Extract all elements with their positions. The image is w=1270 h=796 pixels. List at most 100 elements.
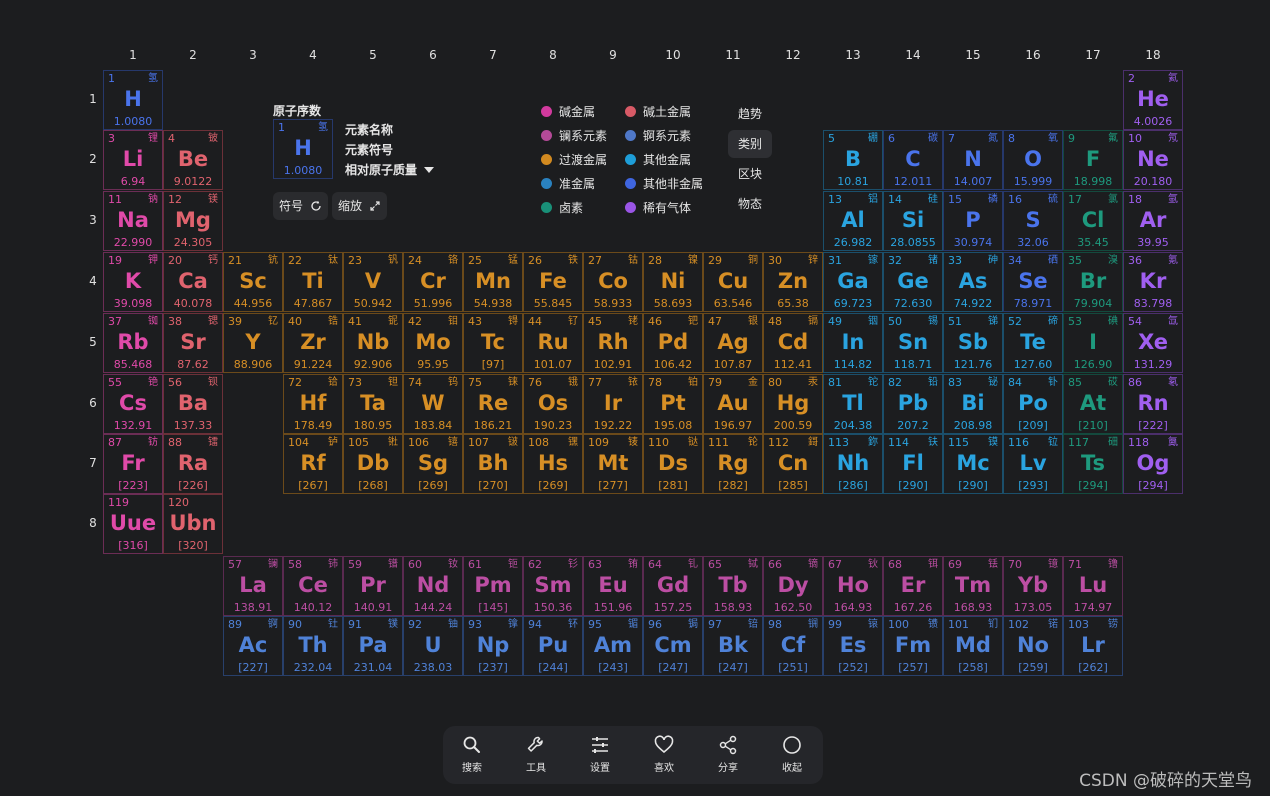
- element-cell[interactable]: 48 镉 Cd 112.41: [763, 313, 823, 373]
- category-item[interactable]: 准金属: [541, 177, 595, 191]
- element-cell[interactable]: 68 铒 Er 167.26: [883, 556, 943, 616]
- element-cell[interactable]: 95 镅 Am [243]: [583, 616, 643, 676]
- element-cell[interactable]: 10 氖 Ne 20.180: [1123, 130, 1183, 190]
- element-cell[interactable]: 97 锫 Bk [247]: [703, 616, 763, 676]
- element-cell[interactable]: 25 锰 Mn 54.938: [463, 252, 523, 312]
- element-cell[interactable]: 47 银 Ag 107.87: [703, 313, 763, 373]
- element-cell[interactable]: 111 𬬭 Rg [282]: [703, 434, 763, 494]
- category-item[interactable]: 过渡金属: [541, 153, 607, 167]
- element-cell[interactable]: 66 镝 Dy 162.50: [763, 556, 823, 616]
- element-cell[interactable]: 114 𫓧 Fl [290]: [883, 434, 943, 494]
- element-cell[interactable]: 14 硅 Si 28.0855: [883, 191, 943, 251]
- element-cell[interactable]: 75 铼 Re 186.21: [463, 374, 523, 434]
- element-cell[interactable]: 57 镧 La 138.91: [223, 556, 283, 616]
- element-cell[interactable]: 18 氩 Ar 39.95: [1123, 191, 1183, 251]
- element-cell[interactable]: 63 铕 Eu 151.96: [583, 556, 643, 616]
- element-cell[interactable]: 106 𬭳 Sg [269]: [403, 434, 463, 494]
- category-item[interactable]: 其他金属: [625, 153, 691, 167]
- element-cell[interactable]: 87 钫 Fr [223]: [103, 434, 163, 494]
- element-cell[interactable]: 23 钒 V 50.942: [343, 252, 403, 312]
- element-cell[interactable]: 43 锝 Tc [97]: [463, 313, 523, 373]
- element-cell[interactable]: 61 钷 Pm [145]: [463, 556, 523, 616]
- element-cell[interactable]: 45 铑 Rh 102.91: [583, 313, 643, 373]
- element-cell[interactable]: 31 镓 Ga 69.723: [823, 252, 883, 312]
- category-item[interactable]: 卤素: [541, 201, 583, 215]
- element-cell[interactable]: 77 铱 Ir 192.22: [583, 374, 643, 434]
- element-cell[interactable]: 28 镍 Ni 58.693: [643, 252, 703, 312]
- element-cell[interactable]: 103 铹 Lr [262]: [1063, 616, 1123, 676]
- element-cell[interactable]: 59 镨 Pr 140.91: [343, 556, 403, 616]
- category-item[interactable]: 其他非金属: [625, 177, 703, 191]
- element-cell[interactable]: 54 氙 Xe 131.29: [1123, 313, 1183, 373]
- element-cell[interactable]: 99 锿 Es [252]: [823, 616, 883, 676]
- element-cell[interactable]: 65 铽 Tb 158.93: [703, 556, 763, 616]
- element-cell[interactable]: 4 铍 Be 9.0122: [163, 130, 223, 190]
- element-cell[interactable]: 71 镥 Lu 174.97: [1063, 556, 1123, 616]
- element-cell[interactable]: 108 𬭶 Hs [269]: [523, 434, 583, 494]
- element-cell[interactable]: 107 𬭛 Bh [270]: [463, 434, 523, 494]
- element-cell[interactable]: 49 铟 In 114.82: [823, 313, 883, 373]
- element-cell[interactable]: 27 钴 Co 58.933: [583, 252, 643, 312]
- tools-tool[interactable]: 工具: [511, 734, 561, 774]
- element-cell[interactable]: 34 硒 Se 78.971: [1003, 252, 1063, 312]
- element-cell[interactable]: 70 镱 Yb 173.05: [1003, 556, 1063, 616]
- element-cell[interactable]: 6 碳 C 12.011: [883, 130, 943, 190]
- element-cell[interactable]: 38 锶 Sr 87.62: [163, 313, 223, 373]
- element-cell[interactable]: 120 Ubn [320]: [163, 494, 223, 554]
- element-cell[interactable]: 98 锎 Cf [251]: [763, 616, 823, 676]
- element-cell[interactable]: 19 钾 K 39.098: [103, 252, 163, 312]
- element-cell[interactable]: 51 锑 Sb 121.76: [943, 313, 1003, 373]
- element-cell[interactable]: 40 锆 Zr 91.224: [283, 313, 343, 373]
- category-item[interactable]: 稀有气体: [625, 201, 691, 215]
- element-cell[interactable]: 112 鎶 Cn [285]: [763, 434, 823, 494]
- element-cell[interactable]: 104 𬬻 Rf [267]: [283, 434, 343, 494]
- element-cell[interactable]: 88 镭 Ra [226]: [163, 434, 223, 494]
- element-cell[interactable]: 3 锂 Li 6.94: [103, 130, 163, 190]
- element-cell[interactable]: 35 溴 Br 79.904: [1063, 252, 1123, 312]
- element-cell[interactable]: 72 铪 Hf 178.49: [283, 374, 343, 434]
- symbol-toggle-button[interactable]: 符号: [273, 192, 328, 220]
- element-cell[interactable]: 9 氟 F 18.998: [1063, 130, 1123, 190]
- element-cell[interactable]: 105 𬭊 Db [268]: [343, 434, 403, 494]
- element-cell[interactable]: 26 铁 Fe 55.845: [523, 252, 583, 312]
- element-cell[interactable]: 53 碘 I 126.90: [1063, 313, 1123, 373]
- view-tab[interactable]: 物态: [728, 190, 772, 218]
- element-cell[interactable]: 89 锕 Ac [227]: [223, 616, 283, 676]
- element-cell[interactable]: 58 铈 Ce 140.12: [283, 556, 343, 616]
- element-cell[interactable]: 46 钯 Pd 106.42: [643, 313, 703, 373]
- element-cell[interactable]: 83 铋 Bi 208.98: [943, 374, 1003, 434]
- element-cell[interactable]: 15 磷 P 30.974: [943, 191, 1003, 251]
- element-cell[interactable]: 5 硼 B 10.81: [823, 130, 883, 190]
- element-cell[interactable]: 33 砷 As 74.922: [943, 252, 1003, 312]
- element-cell[interactable]: 113 鉨 Nh [286]: [823, 434, 883, 494]
- element-cell[interactable]: 20 钙 Ca 40.078: [163, 252, 223, 312]
- element-cell[interactable]: 8 氧 O 15.999: [1003, 130, 1063, 190]
- element-cell[interactable]: 115 镆 Mc [290]: [943, 434, 1003, 494]
- zoom-button[interactable]: 缩放: [332, 192, 387, 220]
- element-cell[interactable]: 84 钋 Po [209]: [1003, 374, 1063, 434]
- element-cell[interactable]: 13 铝 Al 26.982: [823, 191, 883, 251]
- element-cell[interactable]: 74 钨 W 183.84: [403, 374, 463, 434]
- element-cell[interactable]: 21 钪 Sc 44.956: [223, 252, 283, 312]
- element-cell[interactable]: 17 氯 Cl 35.45: [1063, 191, 1123, 251]
- element-cell[interactable]: 29 铜 Cu 63.546: [703, 252, 763, 312]
- element-cell[interactable]: 73 钽 Ta 180.95: [343, 374, 403, 434]
- element-cell[interactable]: 1 氢 H 1.0080: [103, 70, 163, 130]
- element-cell[interactable]: 118 鿫 Og [294]: [1123, 434, 1183, 494]
- element-cell[interactable]: 37 铷 Rb 85.468: [103, 313, 163, 373]
- element-cell[interactable]: 110 𫟼 Ds [281]: [643, 434, 703, 494]
- category-item[interactable]: 碱土金属: [625, 105, 691, 119]
- element-cell[interactable]: 36 氪 Kr 83.798: [1123, 252, 1183, 312]
- element-cell[interactable]: 85 砹 At [210]: [1063, 374, 1123, 434]
- element-cell[interactable]: 39 钇 Y 88.906: [223, 313, 283, 373]
- element-cell[interactable]: 92 铀 U 238.03: [403, 616, 463, 676]
- element-cell[interactable]: 102 锘 No [259]: [1003, 616, 1063, 676]
- element-cell[interactable]: 62 钐 Sm 150.36: [523, 556, 583, 616]
- element-cell[interactable]: 30 锌 Zn 65.38: [763, 252, 823, 312]
- view-tab[interactable]: 区块: [728, 160, 772, 188]
- element-cell[interactable]: 41 铌 Nb 92.906: [343, 313, 403, 373]
- collapse-tool[interactable]: 收起: [767, 734, 817, 774]
- element-cell[interactable]: 78 铂 Pt 195.08: [643, 374, 703, 434]
- element-cell[interactable]: 86 氡 Rn [222]: [1123, 374, 1183, 434]
- element-cell[interactable]: 101 钔 Md [258]: [943, 616, 1003, 676]
